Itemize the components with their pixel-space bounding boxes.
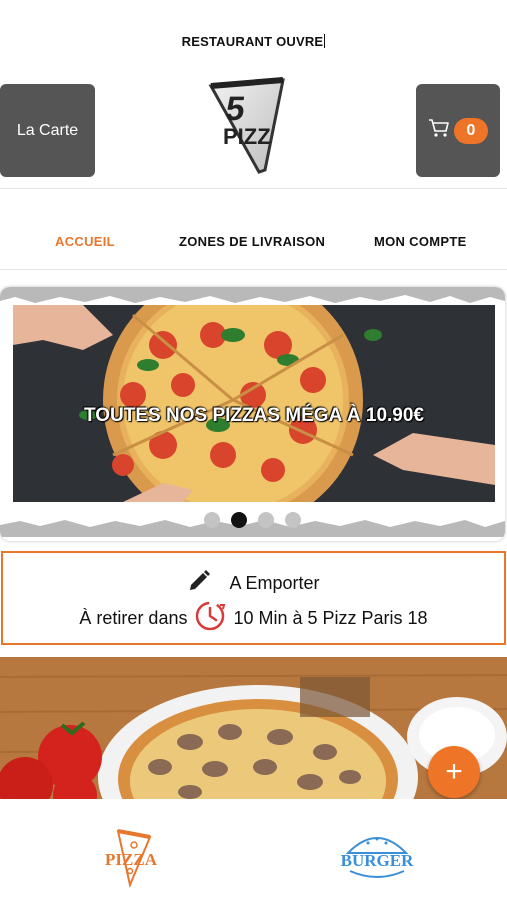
tab-accueil[interactable]: ACCUEIL [55, 234, 115, 249]
header: La Carte 5 PIZZ 0 [0, 77, 507, 178]
carousel-dot-active[interactable] [231, 512, 247, 528]
brand-logo[interactable]: 5 PIZZ [203, 72, 293, 176]
nav-pizza[interactable]: PIZZA [100, 827, 162, 889]
text-caret [324, 34, 326, 48]
tabs-divider [0, 269, 507, 270]
pickup-prefix: À retirer dans [79, 608, 188, 628]
carousel-dot[interactable] [258, 512, 274, 528]
nav-tabs: ACCUEIL ZONES DE LIVRAISON MON COMPTE [0, 224, 507, 258]
add-button[interactable]: + [428, 746, 480, 798]
pickup-time-row: À retirer dans 10 Min à 5 Pizz Paris 18 [3, 599, 504, 638]
pickup-detail: 10 Min à 5 Pizz Paris 18 [233, 608, 428, 628]
pizza-slice-icon: PIZZA [105, 829, 158, 889]
bottom-category-nav: PIZZA BURGER [0, 799, 507, 900]
order-mode-panel[interactable]: A Emporter À retirer dans 10 Min à 5 Piz… [1, 551, 506, 645]
menu-button-label: La Carte [16, 121, 79, 139]
carousel-slide[interactable]: TOUTES NOS PIZZAS MÉGA À 10.90€ [13, 305, 495, 502]
nav-pizza-label: PIZZA [105, 850, 158, 869]
carousel-dot[interactable] [285, 512, 301, 528]
carousel-caption: TOUTES NOS PIZZAS MÉGA À 10.90€ [84, 405, 424, 426]
cart-count-badge: 0 [454, 117, 488, 144]
restaurant-status-text: RESTAURANT OUVRE [181, 34, 324, 49]
restaurant-status: RESTAURANT OUVRE [0, 34, 507, 49]
header-divider [0, 188, 507, 189]
cart-button[interactable]: 0 [416, 84, 500, 177]
clock-icon [193, 599, 227, 638]
nav-burger[interactable]: BURGER [336, 829, 418, 883]
logo-text: PIZZ [223, 124, 271, 149]
order-mode-row: A Emporter [3, 569, 504, 598]
pizza-photo [13, 305, 495, 502]
nav-burger-label: BURGER [341, 851, 414, 870]
pencil-icon[interactable] [187, 569, 211, 598]
plus-icon: + [445, 755, 463, 788]
promo-carousel[interactable]: TOUTES NOS PIZZAS MÉGA À 10.90€ [0, 287, 505, 541]
burger-icon: BURGER [341, 837, 414, 878]
order-mode-label: A Emporter [229, 573, 320, 593]
tab-zones-de-livraison[interactable]: ZONES DE LIVRAISON [179, 234, 325, 249]
carousel-dots [0, 512, 505, 528]
cart-icon [428, 118, 450, 143]
menu-button[interactable]: La Carte [0, 84, 95, 177]
tab-mon-compte[interactable]: MON COMPTE [374, 234, 467, 249]
carousel-dot[interactable] [204, 512, 220, 528]
